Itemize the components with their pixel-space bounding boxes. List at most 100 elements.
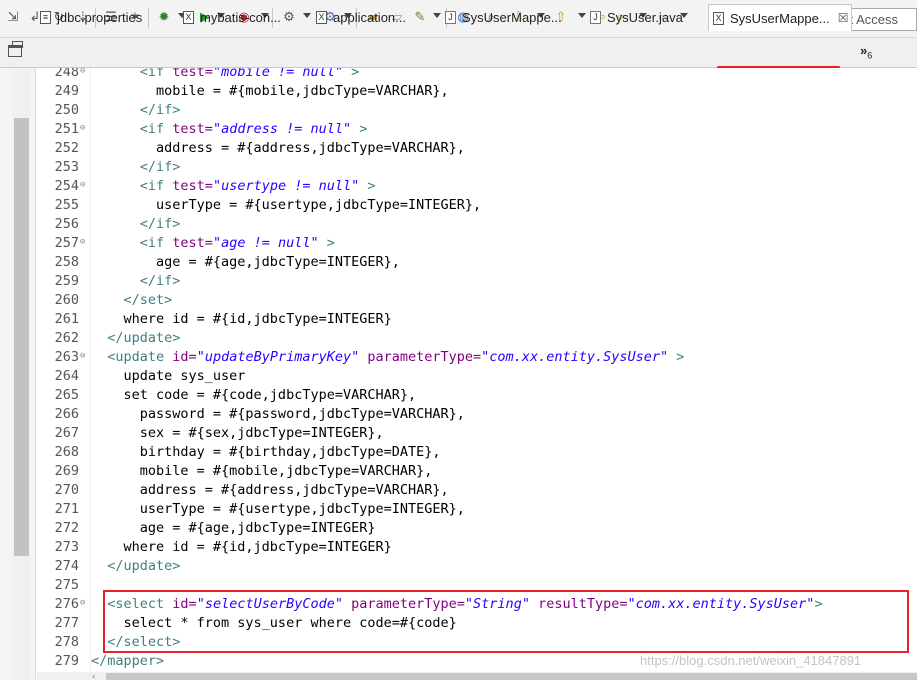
code-line[interactable]: 266 password = #{password,jdbcType=VARCH… — [37, 405, 917, 424]
line-number: 249 — [54, 83, 79, 99]
code-line[interactable]: 249 mobile = #{mobile,jdbcType=VARCHAR}, — [37, 82, 917, 101]
line-number: 261 — [54, 311, 79, 327]
line-number: 266 — [54, 406, 79, 422]
code-line[interactable]: 257 ⊖ <if test="age != null" > — [37, 234, 917, 253]
xml-code-editor[interactable]: 248 ⊖ <if test="mobile != null" >249 mobi… — [37, 68, 917, 672]
restore-icon[interactable] — [8, 41, 23, 57]
fold-toggle-icon[interactable]: ⊖ — [80, 352, 85, 361]
code-text: </if> — [139, 216, 181, 232]
code-text: </if> — [139, 102, 181, 118]
code-line[interactable]: 251 ⊖ <if test="address != null" > — [37, 120, 917, 139]
code-line[interactable]: 270 address = #{address,jdbcType=VARCHAR… — [37, 481, 917, 500]
code-line[interactable]: 258 age = #{age,jdbcType=INTEGER}, — [37, 253, 917, 272]
debug-icon[interactable]: ✹ — [155, 9, 173, 27]
code-text: </update> — [107, 330, 181, 346]
new-icon[interactable]: ⚙ — [280, 9, 298, 27]
code-text: <if test="age != null" > — [139, 235, 335, 251]
line-number: 275 — [54, 577, 79, 593]
line-number: 268 — [54, 444, 79, 460]
code-line[interactable]: 274 </update> — [37, 557, 917, 576]
tab-jdbc-properties[interactable]: ≡ jdbc.properties — [40, 4, 142, 30]
tab-label: SysUser.java — [607, 9, 683, 25]
code-line[interactable]: 260 </set> — [37, 291, 917, 310]
code-text: address = #{address,jdbcType=VARCHAR}, — [91, 482, 449, 498]
code-text: age = #{age,jdbcType=INTEGER}, — [91, 254, 400, 270]
editor-tab-bar — [0, 38, 917, 68]
code-line[interactable]: 253 </if> — [37, 158, 917, 177]
code-line[interactable]: 248 ⊖ <if test="mobile != null" > — [37, 68, 917, 82]
horizontal-scrollbar-thumb[interactable] — [106, 673, 917, 680]
code-text: </update> — [107, 558, 181, 574]
code-line[interactable]: 264 update sys_user — [37, 367, 917, 386]
tab-label: SysUserMappe... — [462, 9, 562, 25]
code-line[interactable]: 252 address = #{address,jdbcType=VARCHAR… — [37, 139, 917, 158]
tab-sysusermapper-java[interactable]: J SysUserMappe... — [445, 4, 562, 30]
line-number: 269 — [54, 463, 79, 479]
code-line[interactable]: 255 userType = #{usertype,jdbcType=INTEG… — [37, 196, 917, 215]
code-line[interactable]: 262 </update> — [37, 329, 917, 348]
line-number: 260 — [54, 292, 79, 308]
line-number: 250 — [54, 102, 79, 118]
tab-label: jdbc.properties — [57, 9, 143, 25]
code-text: </set> — [123, 292, 173, 308]
pencil-icon[interactable]: ✎ — [411, 9, 429, 27]
vertical-scrollbar-thumb[interactable] — [14, 118, 29, 556]
line-number: 262 — [54, 330, 79, 346]
code-text: userType = #{usertype,jdbcType=INTEGER}, — [91, 197, 482, 213]
tab-overflow-button[interactable]: »6 — [860, 43, 872, 61]
code-text: password = #{password,jdbcType=VARCHAR}, — [91, 406, 465, 422]
overflow-count: 6 — [867, 50, 873, 61]
code-text: address = #{address,jdbcType=VARCHAR}, — [91, 140, 465, 156]
code-text: <if test="mobile != null" > — [139, 68, 360, 80]
code-line[interactable]: 261 where id = #{id,jdbcType=INTEGER} — [37, 310, 917, 329]
line-number: 253 — [54, 159, 79, 175]
close-icon[interactable]: ☒ — [838, 11, 849, 25]
line-number: 277 — [54, 615, 79, 631]
code-text: <update id="updateByPrimaryKey" paramete… — [107, 349, 685, 365]
line-number: 267 — [54, 425, 79, 441]
tab-mybatis-config[interactable]: X mybatis-con... — [183, 4, 281, 30]
line-number: 270 — [54, 482, 79, 498]
xml-file-icon: X — [316, 10, 327, 24]
watermark: https://blog.csdn.net/weixin_41847891 — [640, 653, 862, 668]
fold-toggle-icon[interactable]: ⊖ — [80, 68, 85, 76]
xml-file-icon: X — [713, 11, 724, 25]
next-annotation-icon[interactable]: ⇲ — [4, 9, 22, 27]
code-text: age = #{age,jdbcType=INTEGER} — [91, 520, 376, 536]
code-line[interactable]: 269 mobile = #{mobile,jdbcType=VARCHAR}, — [37, 462, 917, 481]
line-number: 257 — [54, 235, 79, 251]
tab-label: mybatis-con... — [200, 9, 281, 25]
tab-sysusermapper-xml[interactable]: X SysUserMappe... ☒ — [708, 4, 852, 31]
code-line[interactable]: 268 birthday = #{birthday,jdbcType=DATE}… — [37, 443, 917, 462]
code-line[interactable]: 256 </if> — [37, 215, 917, 234]
code-text: userType = #{usertype,jdbcType=INTEGER}, — [91, 501, 465, 517]
tab-sysuser-java[interactable]: J SysUser.java — [590, 4, 683, 30]
code-line[interactable]: 273 where id = #{id,jdbcType=INTEGER} — [37, 538, 917, 557]
code-line[interactable]: 271 userType = #{usertype,jdbcType=INTEG… — [37, 500, 917, 519]
code-line[interactable]: 267 sex = #{sex,jdbcType=INTEGER}, — [37, 424, 917, 443]
fold-toggle-icon[interactable]: ⊖ — [80, 238, 85, 247]
line-number: 278 — [54, 634, 79, 650]
code-line[interactable]: 272 age = #{age,jdbcType=INTEGER} — [37, 519, 917, 538]
scroll-left-icon[interactable]: ‹ — [92, 672, 95, 680]
fold-toggle-icon[interactable]: ⊖ — [80, 599, 85, 608]
code-text: set code = #{code,jdbcType=VARCHAR}, — [91, 387, 417, 403]
fold-toggle-icon[interactable]: ⊖ — [80, 124, 85, 133]
fold-toggle-icon[interactable]: ⊖ — [80, 181, 85, 190]
line-number: 271 — [54, 501, 79, 517]
code-line[interactable]: 259 </if> — [37, 272, 917, 291]
code-text: </if> — [139, 273, 181, 289]
code-line[interactable]: 250 </if> — [37, 101, 917, 120]
tab-label: SysUserMappe... — [730, 10, 830, 26]
tab-application[interactable]: X application... — [316, 4, 406, 30]
java-file-icon: J — [445, 10, 456, 24]
line-number: 264 — [54, 368, 79, 384]
code-text: sex = #{sex,jdbcType=INTEGER}, — [91, 425, 384, 441]
code-text: update sys_user — [91, 368, 246, 384]
code-line[interactable]: 263 ⊖ <update id="updateByPrimaryKey" par… — [37, 348, 917, 367]
code-line[interactable]: 254 ⊖ <if test="usertype != null" > — [37, 177, 917, 196]
line-number: 276 — [54, 596, 79, 612]
code-line[interactable]: 265 set code = #{code,jdbcType=VARCHAR}, — [37, 386, 917, 405]
line-number: 256 — [54, 216, 79, 232]
line-number: 255 — [54, 197, 79, 213]
